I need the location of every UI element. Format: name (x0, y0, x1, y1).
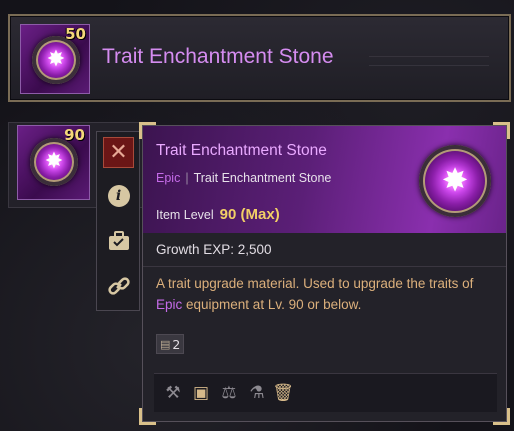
category-label: Trait Enchantment Stone (193, 171, 332, 185)
scale-icon[interactable]: ⚖ (218, 381, 240, 405)
tooltip-item-name: Trait Enchantment Stone (156, 142, 327, 159)
growth-exp: Growth EXP: 2,500 (156, 242, 272, 257)
briefcase-icon (108, 230, 129, 250)
tooltip-header: Trait Enchantment Stone Epic | Trait Encha… (143, 126, 506, 233)
divider (143, 266, 506, 267)
grade-label: Epic (156, 171, 181, 185)
trash-icon[interactable]: 🗑 (272, 381, 294, 405)
item-level: Item Level 90 (Max) (156, 206, 280, 223)
link-icon (107, 276, 130, 295)
info-icon: i (107, 184, 130, 207)
gem-icon (419, 145, 491, 217)
gem-icon (32, 36, 80, 84)
frame-corner (139, 408, 156, 425)
inventory-slot[interactable]: 90 (17, 125, 90, 200)
header-quantity: 50 (65, 25, 86, 43)
frame-corner (493, 122, 510, 139)
frame-corner (139, 122, 156, 139)
frame-corner (493, 408, 510, 425)
trade-count: 2 (172, 336, 181, 352)
header-title: Trait Enchantment Stone (102, 45, 334, 68)
trade-count-badge: ▤ 2 (156, 334, 185, 354)
link-button[interactable] (103, 270, 134, 301)
item-level-value: 90 (Max) (219, 206, 280, 223)
info-button[interactable]: i (103, 180, 134, 211)
trade-icon: ▤ (160, 337, 171, 351)
item-action-column: ✕ i (96, 131, 140, 311)
slot-quantity: 90 (64, 126, 85, 144)
gem-icon (30, 138, 78, 186)
box-icon[interactable]: ▣ (190, 381, 212, 405)
item-tooltip: Trait Enchantment Stone Epic | Trait Encha… (139, 122, 510, 425)
close-button[interactable]: ✕ (103, 137, 134, 168)
item-description: A trait upgrade material. Used to upgrad… (156, 276, 474, 312)
tooltip-item-type: Epic | Trait Enchantment Stone (156, 171, 332, 185)
tooltip-footer: ⚒ ▣ ⚖ ⚗ 🗑 (154, 373, 497, 412)
flask-icon[interactable]: ⚗ (246, 381, 268, 405)
header-decoration (369, 56, 489, 66)
item-header-bar: 50 Trait Enchantment Stone (8, 14, 511, 102)
header-item-icon[interactable]: 50 (20, 24, 90, 94)
close-icon: ✕ (109, 140, 128, 165)
extract-icon[interactable]: ⚒ (162, 381, 184, 405)
storage-button[interactable] (103, 225, 134, 256)
item-level-label: Item Level (156, 208, 214, 222)
